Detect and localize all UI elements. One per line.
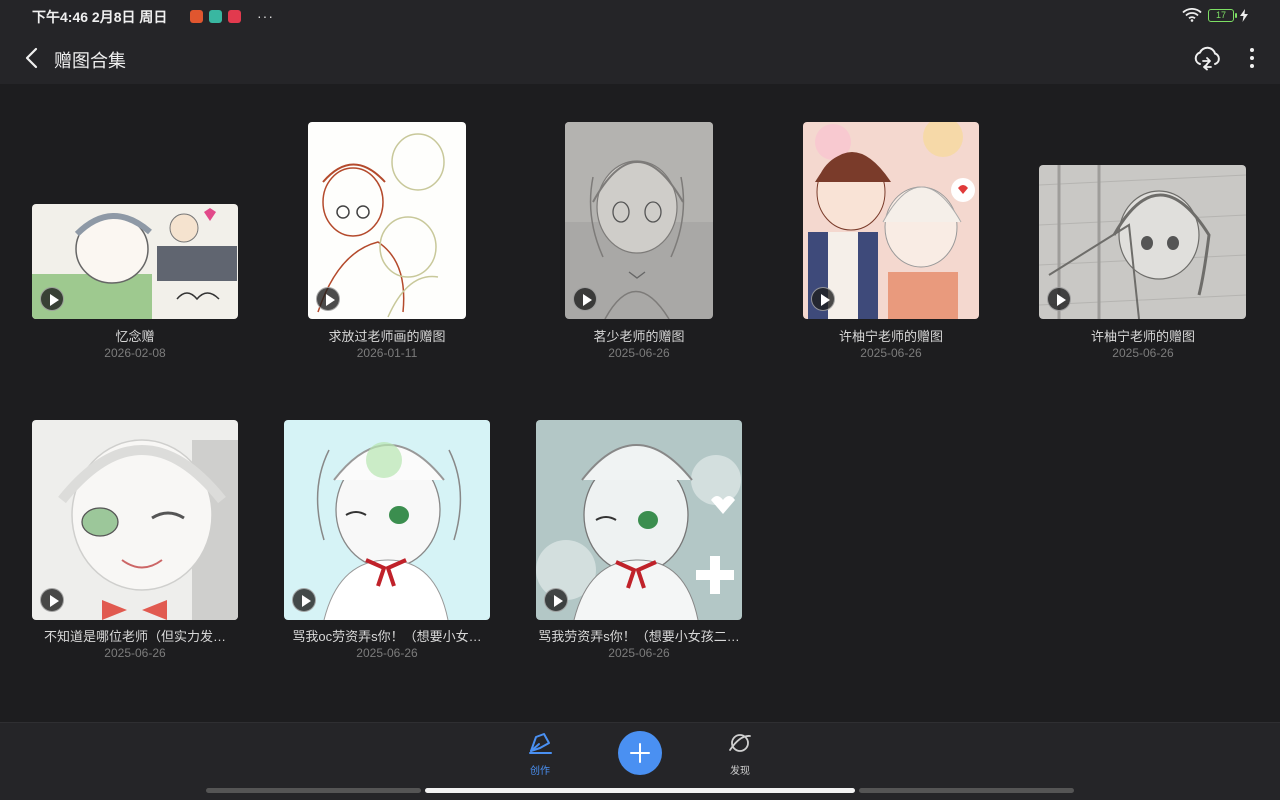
work-date: 2025-06-26 xyxy=(104,646,166,660)
work-card[interactable]: 忆念赠 2026-02-08 xyxy=(25,204,245,364)
status-right: 17 xyxy=(1182,8,1248,22)
charging-icon xyxy=(1240,8,1248,22)
artwork-image xyxy=(284,420,490,620)
wifi-icon xyxy=(1182,8,1202,22)
play-icon[interactable] xyxy=(1047,287,1071,311)
work-card[interactable]: 茗少老师的赠图 2025-06-26 xyxy=(529,122,749,364)
more-vertical-icon[interactable] xyxy=(1242,44,1262,72)
battery-icon: 17 xyxy=(1208,8,1237,22)
pen-nib-icon xyxy=(529,733,552,754)
nav-discover-tab[interactable]: 发现 xyxy=(720,731,760,777)
work-card[interactable]: 许柚宁老师的赠图 2025-06-26 xyxy=(781,122,1001,364)
status-time: 下午4:46 2月8日 周日 xyxy=(32,9,168,25)
work-date: 2025-06-26 xyxy=(1112,346,1174,360)
add-button[interactable] xyxy=(618,731,662,775)
notification-app-icon xyxy=(228,9,241,23)
top-app-bar: 赠图合集 xyxy=(0,32,1280,84)
gesture-segment xyxy=(206,788,421,793)
work-thumbnail[interactable] xyxy=(284,420,490,620)
works-grid: 忆念赠 2026-02-08 求放过老师画的赠图 2026-01-11 茗少老师… xyxy=(0,84,1280,722)
work-card[interactable]: 求放过老师画的赠图 2026-01-11 xyxy=(277,122,497,364)
work-thumbnail[interactable] xyxy=(565,122,713,319)
work-date: 2026-01-11 xyxy=(356,346,418,360)
gesture-bar xyxy=(0,782,1280,800)
status-app-icons: ··· xyxy=(190,8,274,24)
play-icon[interactable] xyxy=(544,588,568,612)
work-date: 2025-06-26 xyxy=(608,646,670,660)
work-title: 茗少老师的赠图 xyxy=(593,329,685,344)
work-title: 求放过老师画的赠图 xyxy=(328,329,446,344)
bottom-navigation: 创作 发现 xyxy=(0,722,1280,782)
work-card[interactable]: 许柚宁老师的赠图 2025-06-26 xyxy=(1033,165,1253,364)
notification-app-icon xyxy=(190,9,203,23)
artwork-image xyxy=(536,420,742,620)
notification-app-icon xyxy=(209,9,222,23)
work-thumbnail[interactable] xyxy=(308,122,466,319)
work-thumbnail[interactable] xyxy=(1039,165,1246,319)
nav-create-tab[interactable]: 创作 xyxy=(520,731,560,777)
work-thumbnail[interactable] xyxy=(803,122,979,319)
artwork-image xyxy=(32,420,238,620)
status-more-icon: ··· xyxy=(257,8,274,24)
work-card[interactable]: 骂我劳资弄s你！（想要小女孩二… 2025-06-26 xyxy=(529,420,749,664)
work-date: 2025-06-26 xyxy=(356,646,418,660)
planet-icon xyxy=(729,734,751,752)
play-icon[interactable] xyxy=(292,588,316,612)
work-title: 许柚宁老师的赠图 xyxy=(1090,329,1195,344)
page-title: 赠图合集 xyxy=(54,51,126,71)
work-thumbnail[interactable] xyxy=(536,420,742,620)
gesture-handle[interactable] xyxy=(425,788,855,793)
work-thumbnail[interactable] xyxy=(32,420,238,620)
cloud-sync-icon[interactable] xyxy=(1192,44,1222,72)
work-title: 忆念赠 xyxy=(115,329,155,344)
work-title: 许柚宁老师的赠图 xyxy=(838,329,943,344)
nav-create-label: 创作 xyxy=(530,766,550,777)
work-date: 2026-02-08 xyxy=(104,346,166,360)
play-icon[interactable] xyxy=(811,287,835,311)
work-card[interactable]: 不知道是哪位老师（但实力发… 2025-06-26 xyxy=(25,420,245,664)
work-title: 骂我劳资弄s你！（想要小女孩二… xyxy=(538,629,740,644)
play-icon[interactable] xyxy=(40,588,64,612)
nav-discover-label: 发现 xyxy=(730,766,750,777)
work-title: 不知道是哪位老师（但实力发… xyxy=(43,629,226,644)
play-icon[interactable] xyxy=(316,287,340,311)
gesture-segment xyxy=(859,788,1074,793)
work-title: 骂我oc劳资弄s你！（想要小女… xyxy=(292,629,482,644)
status-bar: 下午4:46 2月8日 周日 ··· 17 xyxy=(0,0,1280,32)
work-thumbnail[interactable] xyxy=(32,204,238,319)
work-date: 2025-06-26 xyxy=(860,346,922,360)
play-icon[interactable] xyxy=(40,287,64,311)
chevron-left-icon[interactable] xyxy=(18,44,46,72)
play-icon[interactable] xyxy=(573,287,597,311)
work-date: 2025-06-26 xyxy=(608,346,670,360)
work-card[interactable]: 骂我oc劳资弄s你！（想要小女… 2025-06-26 xyxy=(277,420,497,664)
